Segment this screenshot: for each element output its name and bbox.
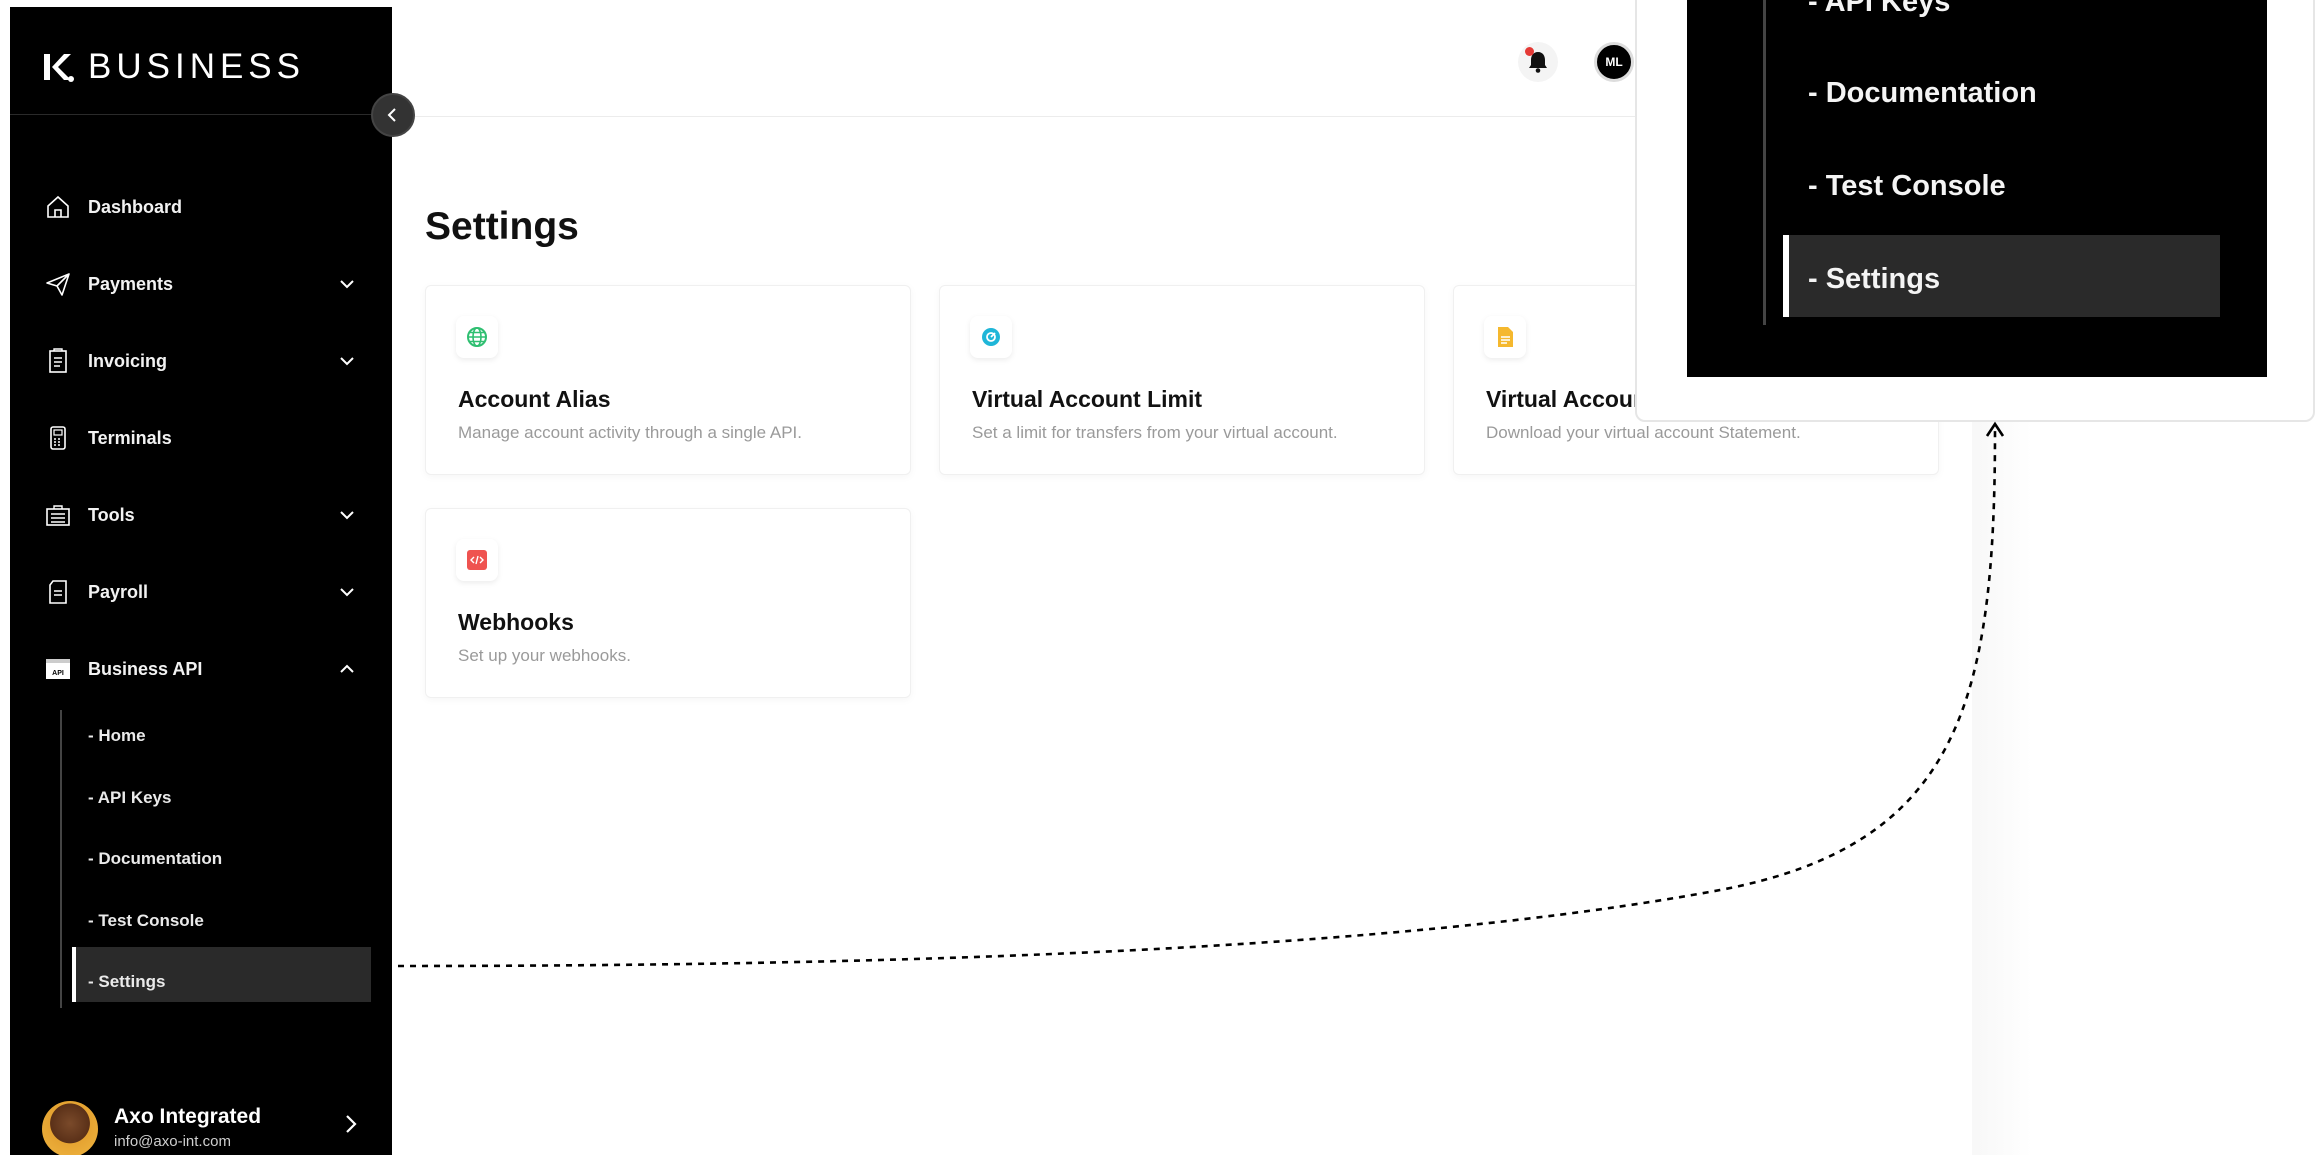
chevron-down-icon — [340, 280, 354, 289]
api-icon-text: API — [52, 670, 64, 677]
payroll-document-icon — [43, 577, 73, 607]
zoom-item-settings: - Settings — [1808, 263, 1941, 295]
submenu-item-documentation[interactable]: - Documentation — [88, 849, 222, 869]
paper-plane-icon — [43, 269, 73, 299]
chevron-up-icon — [340, 664, 354, 673]
card-title: Virtual Account Limit — [972, 386, 1203, 412]
user-profile[interactable]: Axo Integrated info@axo-int.com — [42, 1099, 372, 1155]
chevron-down-icon — [340, 357, 354, 366]
card-description: Set a limit for transfers from your virt… — [972, 423, 1338, 442]
card-title: Webhooks — [458, 609, 574, 635]
home-icon — [43, 192, 73, 222]
user-name: Axo Integrated — [114, 1105, 262, 1128]
page-title: Settings — [425, 205, 579, 248]
sidebar-item-business-api[interactable]: API Business API — [10, 646, 392, 692]
user-email: info@axo-int.com — [114, 1133, 231, 1150]
collapse-sidebar-button[interactable] — [371, 93, 415, 137]
zoom-callout-panel: - API Keys - Documentation - Test Consol… — [1687, 0, 2267, 377]
api-icon: API — [43, 654, 73, 684]
card-description: Download your virtual account Statement. — [1486, 423, 1801, 442]
sidebar-item-payments[interactable]: Payments — [10, 261, 392, 307]
sidebar-item-label: Terminals — [88, 427, 172, 448]
submenu-item-home[interactable]: - Home — [88, 726, 146, 746]
globe-icon — [456, 316, 498, 358]
sidebar-item-payroll[interactable]: Payroll — [10, 569, 392, 615]
zoom-item-test-console: - Test Console — [1808, 170, 2006, 202]
toolbox-icon — [43, 500, 73, 530]
chevron-right-icon — [346, 1115, 357, 1133]
sidebar-item-label: Payments — [88, 273, 174, 294]
zoom-item-api-keys: - API Keys — [1808, 0, 1951, 18]
chevron-left-icon — [387, 108, 396, 122]
card-description: Set up your webhooks. — [458, 646, 631, 665]
sidebar-item-label: Tools — [88, 504, 135, 525]
code-icon — [456, 539, 498, 581]
submenu-item-api-keys[interactable]: - API Keys — [88, 788, 171, 808]
logo-text: BUSINESS — [88, 47, 305, 86]
card-virtual-account-limit[interactable]: Virtual Account Limit Set a limit for tr… — [939, 285, 1425, 475]
sidebar: BUSINESS Dashboard Payments Invoicing Te… — [10, 7, 392, 1155]
submenu-item-test-console[interactable]: - Test Console — [88, 911, 204, 931]
sidebar-item-dashboard[interactable]: Dashboard — [10, 184, 392, 230]
zoom-callout: - API Keys - Documentation - Test Consol… — [1635, 0, 2315, 422]
card-webhooks[interactable]: Webhooks Set up your webhooks. — [425, 508, 911, 698]
gauge-icon — [970, 316, 1012, 358]
notification-dot — [1525, 47, 1534, 56]
sidebar-item-terminals[interactable]: Terminals — [10, 415, 392, 461]
avatar — [42, 1101, 98, 1155]
card-account-alias[interactable]: Account Alias Manage account activity th… — [425, 285, 911, 475]
card-title: Account Alias — [458, 386, 611, 412]
terminal-icon — [43, 423, 73, 453]
zoom-item-documentation: - Documentation — [1808, 77, 2037, 109]
chevron-down-icon — [340, 588, 354, 597]
zoom-guide-line — [1763, 0, 1766, 325]
sidebar-item-label: Dashboard — [88, 196, 183, 217]
document-icon — [1484, 316, 1526, 358]
brand-logo[interactable]: BUSINESS — [40, 47, 305, 87]
card-description: Manage account activity through a single… — [458, 423, 802, 442]
invoice-icon — [43, 346, 73, 376]
notification-button[interactable] — [1518, 42, 1558, 82]
account-avatar[interactable]: ML — [1594, 42, 1634, 82]
logo-k-icon — [44, 54, 74, 82]
submenu-guide-line — [60, 710, 62, 1008]
sidebar-item-invoicing[interactable]: Invoicing — [10, 338, 392, 384]
sidebar-item-label: Invoicing — [88, 350, 168, 371]
chevron-down-icon — [340, 511, 354, 520]
sidebar-item-label: Business API — [88, 658, 203, 679]
sidebar-item-label: Payroll — [88, 581, 149, 602]
sidebar-item-tools[interactable]: Tools — [10, 492, 392, 538]
sidebar-divider — [10, 114, 392, 115]
submenu-item-settings[interactable]: - Settings — [88, 972, 165, 992]
